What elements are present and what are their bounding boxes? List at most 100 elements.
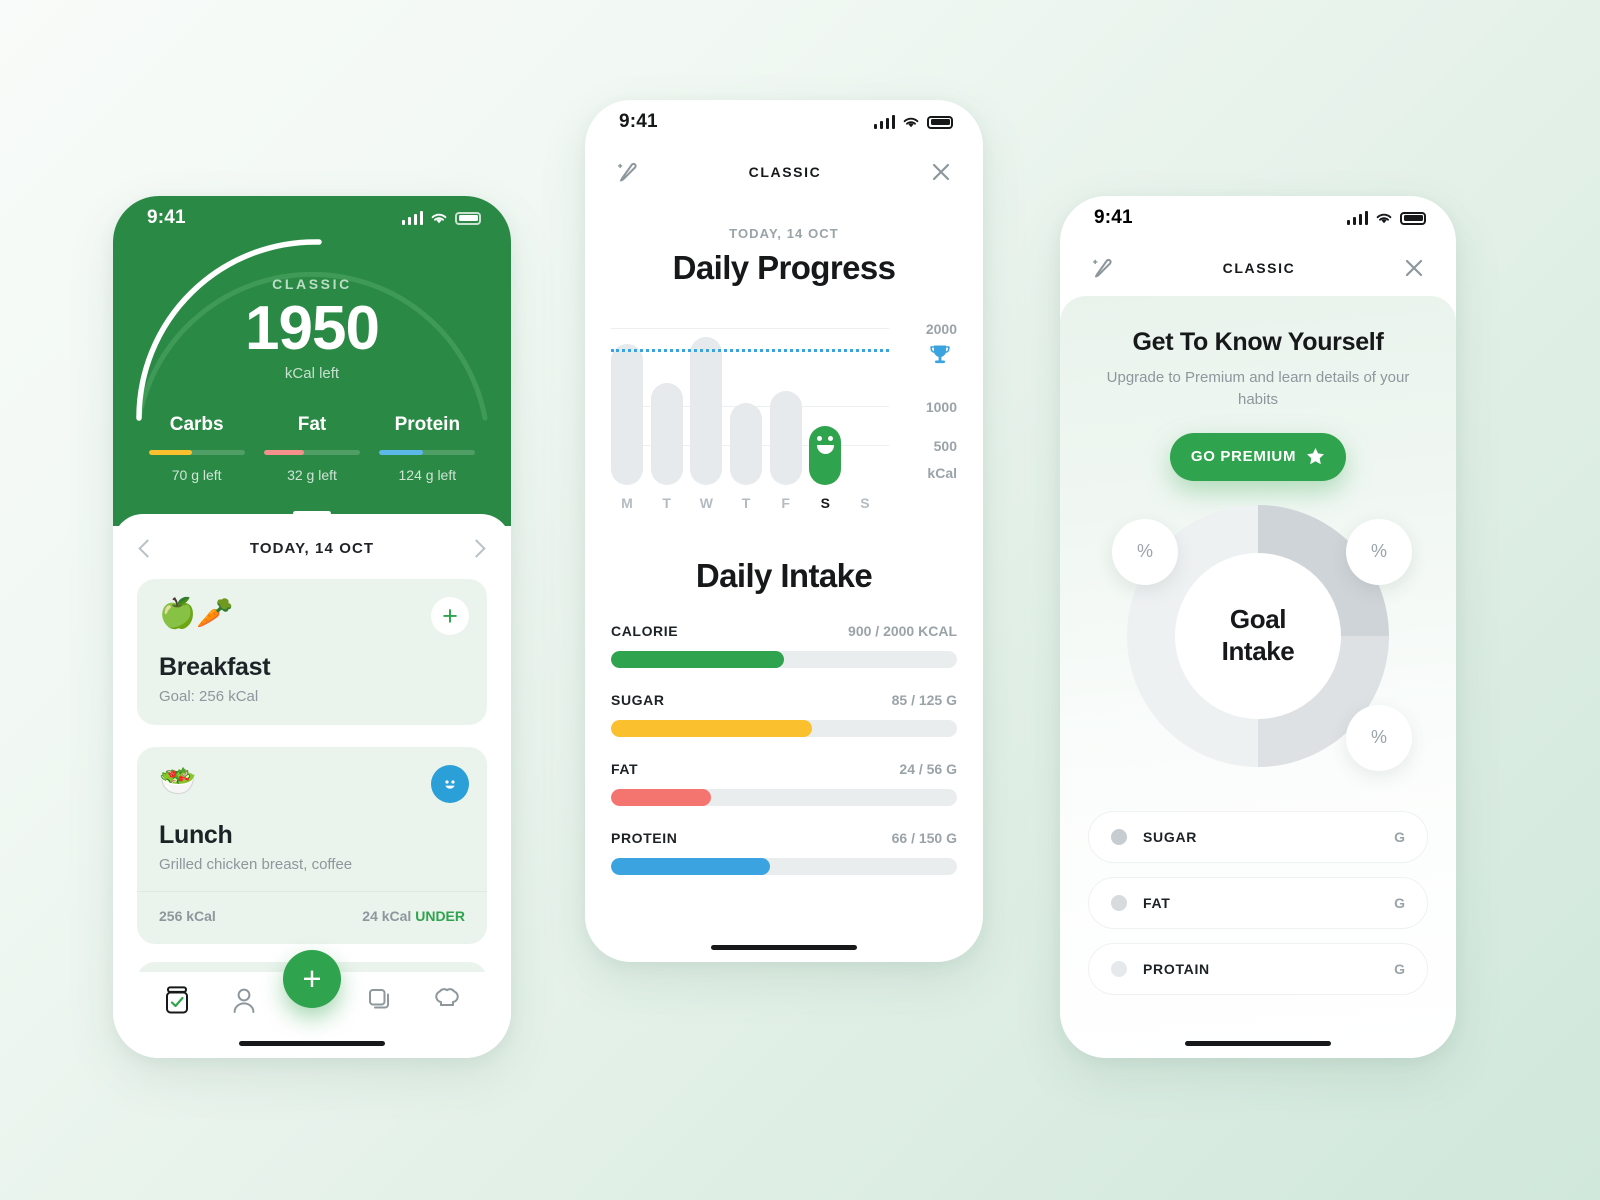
legend-color-dot: [1111, 960, 1127, 977]
legend-row-sugar[interactable]: SUGAR G: [1088, 810, 1428, 863]
percent-bubble-2[interactable]: %: [1346, 518, 1412, 585]
legend-color-dot: [1111, 828, 1127, 845]
smiley-face-icon: [809, 436, 841, 455]
legend-label: FAT: [1143, 894, 1171, 911]
macro-name: Protein: [394, 414, 461, 435]
meal-title: Breakfast: [159, 653, 271, 681]
intake-value: 900 / 2000 KCAL: [848, 623, 957, 639]
intake-label: PROTEIN: [611, 830, 678, 846]
legend-row-protein[interactable]: PROTAIN G: [1088, 942, 1428, 995]
chart-bar-column[interactable]: [769, 321, 802, 485]
star-icon: [1307, 448, 1325, 465]
prev-day-button[interactable]: [138, 539, 157, 558]
meal-subtitle: Goal: 256 kCal: [159, 688, 259, 705]
chart-y-label: 500: [933, 437, 957, 454]
next-day-button[interactable]: [467, 539, 486, 558]
chart-y-unit: kCal: [927, 465, 957, 481]
sidebar-item-diary[interactable]: [143, 986, 211, 1014]
sidebar-item-profile[interactable]: [211, 986, 279, 1014]
page-title: CLASSIC: [1222, 260, 1296, 276]
pencil-sparkle-icon[interactable]: [615, 159, 641, 185]
donut-center-line2: Intake: [1221, 635, 1295, 666]
macro-progress-track: [148, 450, 245, 455]
sidebar-item-plans[interactable]: [346, 986, 414, 1014]
percent-bubble-1[interactable]: %: [1112, 518, 1178, 585]
close-icon[interactable]: [1402, 256, 1426, 280]
chart-bar-column[interactable]: [849, 321, 881, 485]
date-kicker: TODAY, 14 OCT: [729, 226, 839, 241]
section-title-intake: Daily Intake: [695, 557, 873, 594]
pencil-sparkle-icon[interactable]: [1090, 255, 1116, 281]
meal-delta-tag: UNDER: [415, 908, 465, 924]
donut-center-line1: Goal: [1229, 604, 1287, 635]
go-premium-button[interactable]: GO PREMIUM: [1170, 432, 1346, 481]
salad-emoji: 🥗: [159, 765, 197, 798]
calories-left-value: 1950: [245, 294, 380, 363]
plan-label: CLASSIC: [272, 276, 352, 292]
chart-bar-column[interactable]: [690, 321, 723, 485]
add-food-button[interactable]: +: [431, 597, 469, 635]
current-date-label: TODAY, 14 OCT: [249, 540, 375, 557]
meal-title: Lunch: [159, 821, 233, 849]
macro-name: Carbs: [169, 414, 224, 435]
percent-bubble-3[interactable]: %: [1346, 704, 1412, 771]
meal-footer: 256 kCal 24 kCal UNDER: [137, 891, 487, 924]
intake-row-calorie: CALORIE 900 / 2000 KCAL: [611, 623, 957, 668]
meal-card-lunch[interactable]: 🥗 Lunch Grilled chicken breast, coffee 2…: [137, 747, 487, 944]
intake-label: SUGAR: [611, 692, 665, 708]
wifi-icon: [1376, 213, 1392, 223]
chart-bar-column[interactable]: [611, 321, 643, 485]
nav-bar: CLASSIC: [585, 144, 983, 200]
chart-x-label: S: [820, 495, 830, 511]
intake-progress-track: [611, 858, 957, 875]
chart-x-label: S: [860, 495, 870, 511]
calorie-summary-header: 9:41 CLASSIC 1950 kCal left Carbs 70 g l…: [113, 196, 511, 526]
phone-premium: 9:41 CLASSIC Get To Know Yourself Upgrad…: [1060, 196, 1456, 1058]
phone-diary: 9:41 CLASSIC 1950 kCal left Carbs 70 g l…: [113, 196, 511, 1058]
mood-smiley-button[interactable]: [431, 765, 469, 803]
apple-carrot-emoji: 🍏🥕: [159, 597, 234, 630]
chart-bar-today: [809, 426, 842, 485]
legend-color-dot: [1111, 894, 1127, 911]
chart-bar: [611, 344, 643, 485]
legend-row-fat[interactable]: FAT G: [1088, 876, 1428, 929]
meal-delta: 24 kCal UNDER: [362, 908, 465, 924]
close-icon[interactable]: [929, 160, 953, 184]
intake-progress-fill: [611, 858, 771, 875]
status-time: 9:41: [1094, 207, 1133, 228]
weekly-progress-chart: M T W T F S S 2000 1000 500 kCal: [611, 321, 957, 511]
legend-unit: G: [1394, 960, 1405, 977]
intake-progress-fill: [611, 789, 712, 806]
macro-progress-track: [379, 450, 476, 455]
chart-x-label: W: [699, 495, 713, 511]
cellular-signal-icon: [1346, 210, 1368, 225]
meal-delta-value: 24 kCal: [362, 908, 412, 924]
meal-card-breakfast[interactable]: 🍏🥕 + Breakfast Goal: 256 kCal: [137, 579, 487, 725]
donut-center-label: Goal Intake: [1175, 552, 1341, 719]
macro-fat[interactable]: Fat 32 g left: [254, 414, 369, 483]
macro-carbs[interactable]: Carbs 70 g left: [139, 414, 254, 483]
macro-protein[interactable]: Protein 124 g left: [370, 414, 485, 483]
trophy-icon: [927, 342, 953, 373]
premium-panel: Get To Know Yourself Upgrade to Premium …: [1060, 296, 1456, 1058]
chart-y-label: 1000: [925, 398, 957, 415]
home-indicator: [1185, 1041, 1331, 1046]
intake-row-sugar: SUGAR 85 / 125 G: [611, 692, 957, 737]
macro-name: Fat: [297, 414, 327, 435]
chart-bar-column[interactable]: [729, 321, 762, 485]
goal-intake-donut: Goal Intake % % %: [1088, 497, 1428, 797]
sidebar-item-recipes[interactable]: [413, 986, 481, 1014]
macro-remaining: 124 g left: [398, 467, 457, 483]
promo-subtitle: Upgrade to Premium and learn details of …: [1106, 369, 1410, 408]
legend-label: SUGAR: [1143, 828, 1198, 845]
chart-x-label: F: [781, 495, 790, 511]
chart-bar-column[interactable]: [650, 321, 683, 485]
chart-x-label: T: [741, 495, 751, 511]
chart-goal-line: [611, 349, 889, 353]
calories-left-unit: kCal left: [284, 365, 340, 383]
chart-bar-column[interactable]: [809, 321, 842, 485]
add-entry-fab[interactable]: +: [283, 950, 341, 1008]
intake-progress-track: [611, 720, 957, 737]
intake-progress-track: [611, 789, 957, 806]
macro-remaining: 32 g left: [287, 467, 337, 483]
